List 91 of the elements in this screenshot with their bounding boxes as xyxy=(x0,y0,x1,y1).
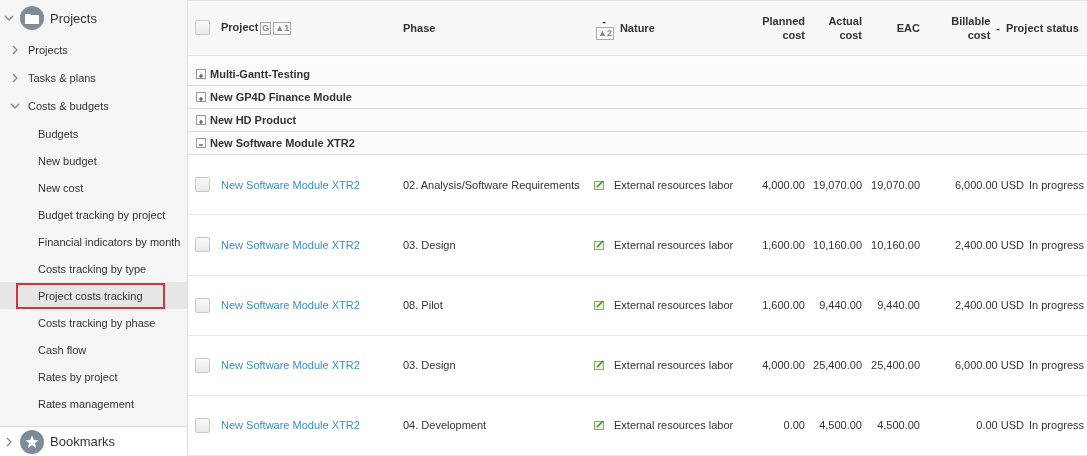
nav-group[interactable]: Projects xyxy=(28,44,68,56)
nav-item[interactable]: Costs tracking by type xyxy=(16,255,153,282)
column-header[interactable]: Planned cost xyxy=(752,13,805,42)
edit-icon[interactable] xyxy=(594,240,605,250)
billable-cost-cell: 2,400.00 USD xyxy=(954,299,1024,312)
planned-cost-cell: 4,000.00 xyxy=(762,178,805,191)
actual-cost-cell: 9,440.00 xyxy=(819,299,862,312)
chevron-right-icon[interactable] xyxy=(10,73,20,83)
planned-cost-cell: 1,600.00 xyxy=(762,239,805,251)
actual-cost-cell: 25,400.00 xyxy=(813,359,862,372)
eac-cell: 25,400.00 xyxy=(871,359,920,372)
select-all-checkbox[interactable] xyxy=(195,20,210,36)
project-link[interactable]: New Software Module XTR2 xyxy=(221,239,360,251)
status-cell: In progress xyxy=(1029,419,1085,432)
group-label: New Software Module XTR2 xyxy=(210,137,356,150)
nav-item[interactable]: Cash flow xyxy=(16,336,93,363)
row-checkbox[interactable] xyxy=(195,177,210,193)
expand-icon[interactable] xyxy=(196,115,206,125)
column-header[interactable]: Phase xyxy=(403,21,436,34)
expand-icon[interactable] xyxy=(196,68,206,79)
edit-icon[interactable] xyxy=(594,300,605,311)
row-checkbox[interactable] xyxy=(195,237,210,253)
bookmarks-label[interactable]: Bookmarks xyxy=(50,434,116,449)
eac-cell: 19,070.00 xyxy=(871,178,920,191)
planned-cost-cell: 4,000.00 xyxy=(762,359,805,372)
edit-icon[interactable] xyxy=(594,420,605,431)
expand-icon[interactable] xyxy=(196,91,206,102)
status-cell: In progress xyxy=(1029,178,1085,191)
phase-cell: 02. Analysis/Software Requirements xyxy=(403,178,580,191)
nav-item[interactable]: Rates by project xyxy=(16,363,124,390)
column-header[interactable]: Project status xyxy=(1006,21,1079,34)
billable-cost-cell: 2,400.00 USD xyxy=(954,239,1024,251)
eac-cell: 9,440.00 xyxy=(877,299,920,312)
phase-cell: 04. Development xyxy=(403,419,487,432)
billable-cost-cell: 6,000.00 USD xyxy=(954,178,1024,191)
billable-cost-cell: 6,000.00 USD xyxy=(954,359,1024,372)
section-title[interactable]: Projects xyxy=(50,10,97,26)
nav-item[interactable]: Budget tracking by project xyxy=(16,201,172,228)
nav-item[interactable]: Costs tracking by phase xyxy=(16,309,162,336)
project-link[interactable]: New Software Module XTR2 xyxy=(221,359,360,372)
billable-cost-cell: 0.00 USD xyxy=(976,419,1024,432)
chevron-down-icon[interactable] xyxy=(4,13,14,23)
folder-icon xyxy=(20,6,44,30)
nav-item[interactable]: Rates management xyxy=(16,390,140,417)
project-link[interactable]: New Software Module XTR2 xyxy=(221,419,360,432)
chevron-right-icon[interactable] xyxy=(10,45,20,55)
column-marker: - xyxy=(602,15,606,28)
nav-item[interactable]: Budgets xyxy=(16,120,85,147)
nature-cell: External resources labor xyxy=(614,359,734,372)
column-marker: - xyxy=(996,21,1000,34)
chevron-right-icon[interactable] xyxy=(4,436,14,447)
chevron-down-icon[interactable] xyxy=(10,101,20,111)
row-checkbox[interactable] xyxy=(195,297,210,313)
column-header[interactable]: Nature xyxy=(619,21,655,34)
actual-cost-cell: 10,160.00 xyxy=(813,239,862,251)
nav-item[interactable]: Financial indicators by month xyxy=(16,228,187,255)
status-cell: In progress xyxy=(1029,239,1085,251)
edit-icon[interactable] xyxy=(594,179,605,190)
group-label: New HD Product xyxy=(210,114,298,126)
group-label: Multi-Gantt-Testing xyxy=(210,67,311,80)
phase-cell: 03. Design xyxy=(403,359,456,372)
project-link[interactable]: New Software Module XTR2 xyxy=(221,178,360,191)
nav-item[interactable]: New budget xyxy=(16,147,103,174)
planned-cost-cell: 0.00 xyxy=(783,419,805,432)
eac-cell: 10,160.00 xyxy=(871,239,920,251)
nav-group[interactable]: Tasks & plans xyxy=(28,72,96,84)
planned-cost-cell: 1,600.00 xyxy=(762,299,805,312)
nav-item[interactable]: Project costs tracking xyxy=(16,282,165,309)
collapse-icon[interactable] xyxy=(196,138,206,149)
column-header[interactable]: EAC xyxy=(867,20,920,35)
phase-cell: 03. Design xyxy=(403,239,456,251)
nav-group[interactable]: Costs & budgets xyxy=(28,100,109,112)
column-header[interactable]: Billable cost xyxy=(940,13,991,42)
nature-cell: External resources labor xyxy=(614,178,734,191)
status-cell: In progress xyxy=(1029,299,1085,312)
row-checkbox[interactable] xyxy=(195,357,210,373)
nature-cell: External resources labor xyxy=(614,239,734,251)
status-cell: In progress xyxy=(1029,359,1085,372)
project-link[interactable]: New Software Module XTR2 xyxy=(221,299,360,312)
eac-cell: 4,500.00 xyxy=(877,419,920,432)
phase-cell: 08. Pilot xyxy=(403,299,443,312)
row-checkbox[interactable] xyxy=(195,417,210,433)
nature-cell: External resources labor xyxy=(614,299,734,312)
nature-cell: External resources labor xyxy=(614,419,734,432)
column-header[interactable]: Project xyxy=(221,20,259,33)
nav-item[interactable]: New cost xyxy=(16,174,90,201)
actual-cost-cell: 19,070.00 xyxy=(813,178,862,191)
edit-icon[interactable] xyxy=(594,360,605,371)
actual-cost-cell: 4,500.00 xyxy=(819,419,862,432)
column-header[interactable]: Actual cost xyxy=(810,13,862,42)
group-label: New GP4D Finance Module xyxy=(210,90,353,103)
